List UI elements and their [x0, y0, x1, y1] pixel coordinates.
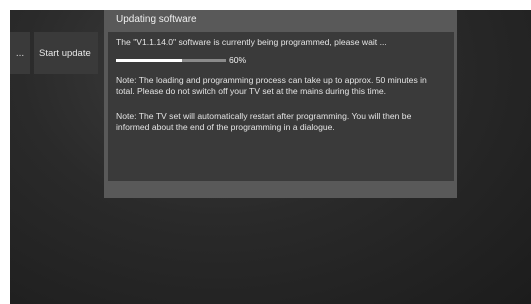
tv-screen: ... Start update Updating software The "… [10, 10, 531, 304]
start-update-menu-item[interactable]: Start update [34, 32, 98, 74]
note-loading-time: Note: The loading and programming proces… [116, 75, 427, 96]
status-text: The "V1.1.14.0" software is currently be… [116, 37, 387, 47]
note-restart: Note: The TV set will automatically rest… [116, 111, 412, 132]
dialog-title: Updating software [116, 14, 197, 25]
progress-percent: 60% [229, 54, 247, 65]
update-dialog: Updating software The "V1.1.14.0" softwa… [104, 10, 457, 198]
menu-more-item[interactable]: ... [10, 32, 30, 74]
progress-bar-fill [116, 58, 182, 62]
dialog-body: The "V1.1.14.0" software is currently be… [108, 32, 454, 181]
progress-row: 60% [116, 54, 446, 66]
progress-bar [116, 58, 226, 62]
